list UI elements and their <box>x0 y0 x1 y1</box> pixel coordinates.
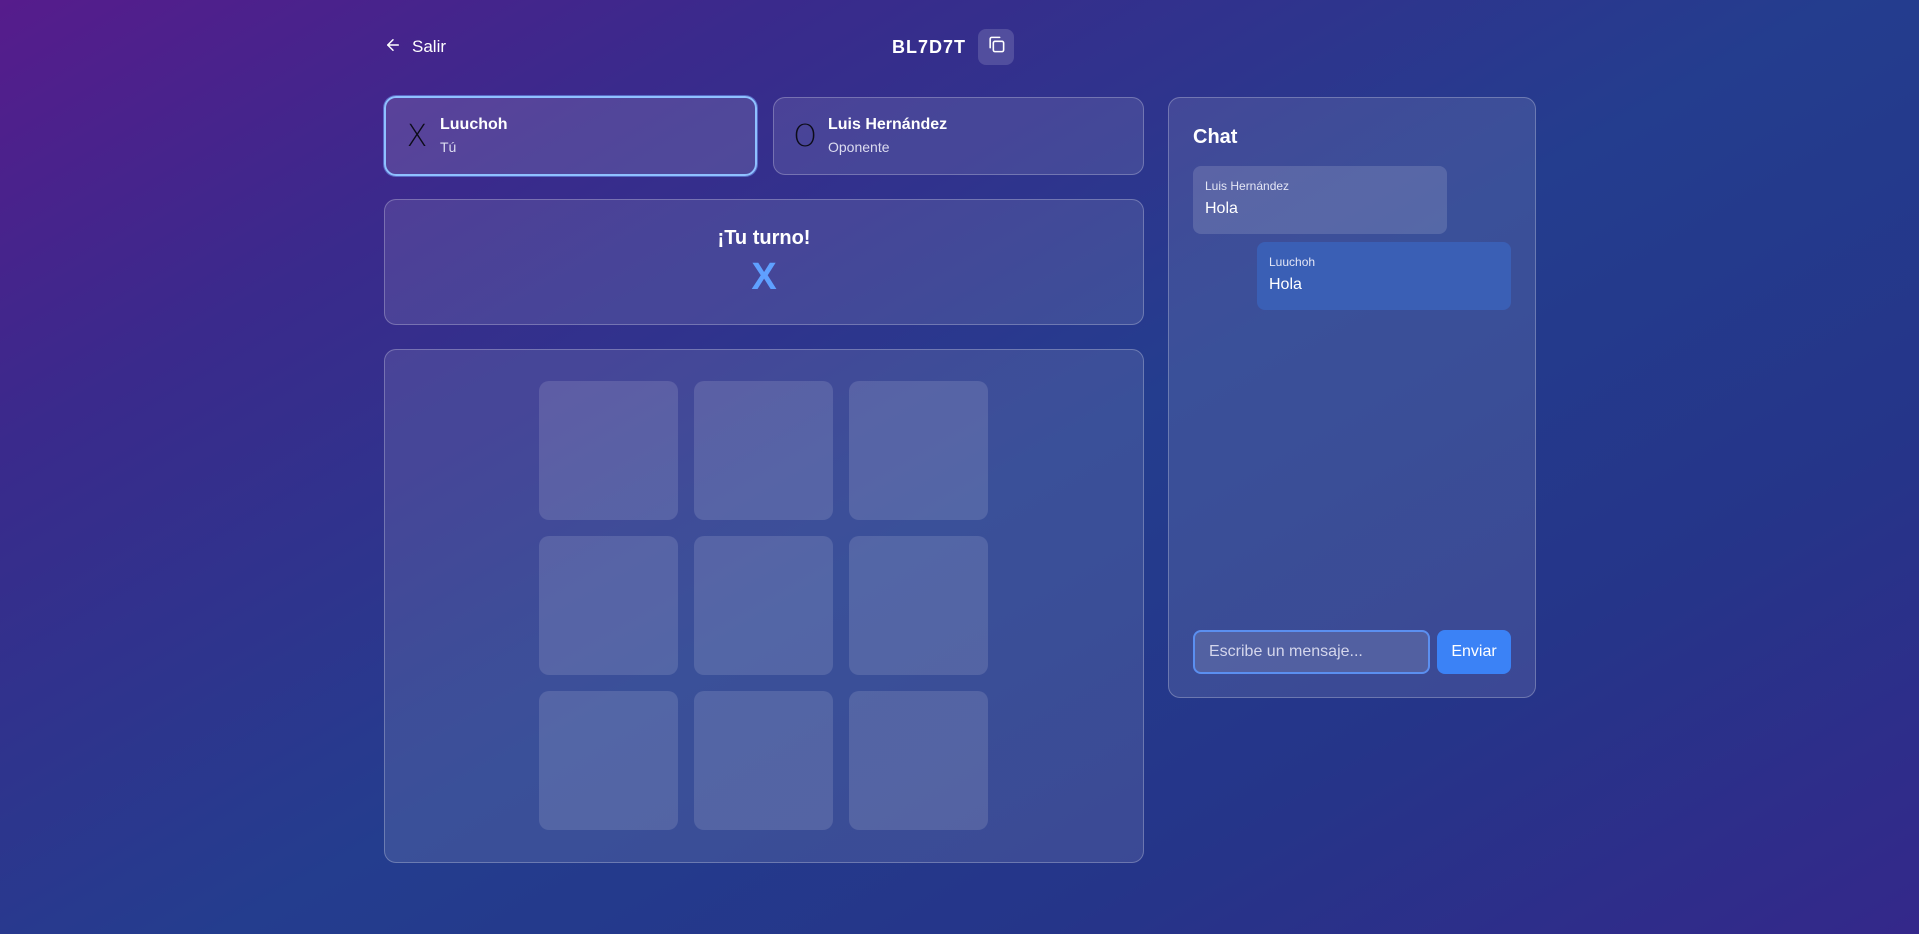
board-cell[interactable] <box>539 536 678 675</box>
game-board <box>384 349 1144 863</box>
turn-indicator: ¡Tu turno! X <box>384 199 1144 325</box>
player-role: Oponente <box>828 139 890 155</box>
player-symbol: O <box>793 118 817 154</box>
room-code: BL7D7T <box>892 36 967 57</box>
board-cell[interactable] <box>539 691 678 830</box>
player-role: Tú <box>440 139 457 155</box>
back-button[interactable]: Salir <box>384 34 446 60</box>
board-cell[interactable] <box>849 691 988 830</box>
chat-panel: Chat Luis Hernández Hola Luuchoh Hola En… <box>1168 97 1536 698</box>
player-name: Luis Hernández <box>828 116 948 133</box>
board-cell[interactable] <box>539 381 678 520</box>
send-button[interactable]: Enviar <box>1437 630 1511 674</box>
player-symbol: X <box>406 118 428 154</box>
chat-message-input[interactable] <box>1193 630 1430 674</box>
board-cell[interactable] <box>849 381 988 520</box>
arrow-left-icon <box>384 36 402 59</box>
board-grid <box>539 381 988 830</box>
message-author: Luis Hernández <box>1205 179 1290 193</box>
board-cell[interactable] <box>694 691 833 830</box>
player-card-opponent: O Luis Hernández Oponente <box>773 97 1144 175</box>
chat-message: Luis Hernández Hola <box>1193 166 1447 234</box>
chat-message-own: Luuchoh Hola <box>1257 242 1511 310</box>
copy-room-code-button[interactable] <box>978 29 1015 65</box>
board-cell[interactable] <box>694 536 833 675</box>
copy-icon <box>987 35 1006 59</box>
message-text: Hola <box>1205 200 1238 217</box>
message-author: Luuchoh <box>1269 255 1316 269</box>
board-cell[interactable] <box>694 381 833 520</box>
turn-title: ¡Tu turno! <box>717 227 811 249</box>
player-name: Luuchoh <box>440 116 508 133</box>
player-card-self: X Luuchoh Tú <box>384 96 757 176</box>
message-text: Hola <box>1269 276 1302 293</box>
room-code-area: BL7D7T <box>892 29 1015 65</box>
back-label: Salir <box>412 37 447 56</box>
turn-symbol: X <box>751 256 777 298</box>
chat-title: Chat <box>1193 126 1238 148</box>
board-cell[interactable] <box>849 536 988 675</box>
